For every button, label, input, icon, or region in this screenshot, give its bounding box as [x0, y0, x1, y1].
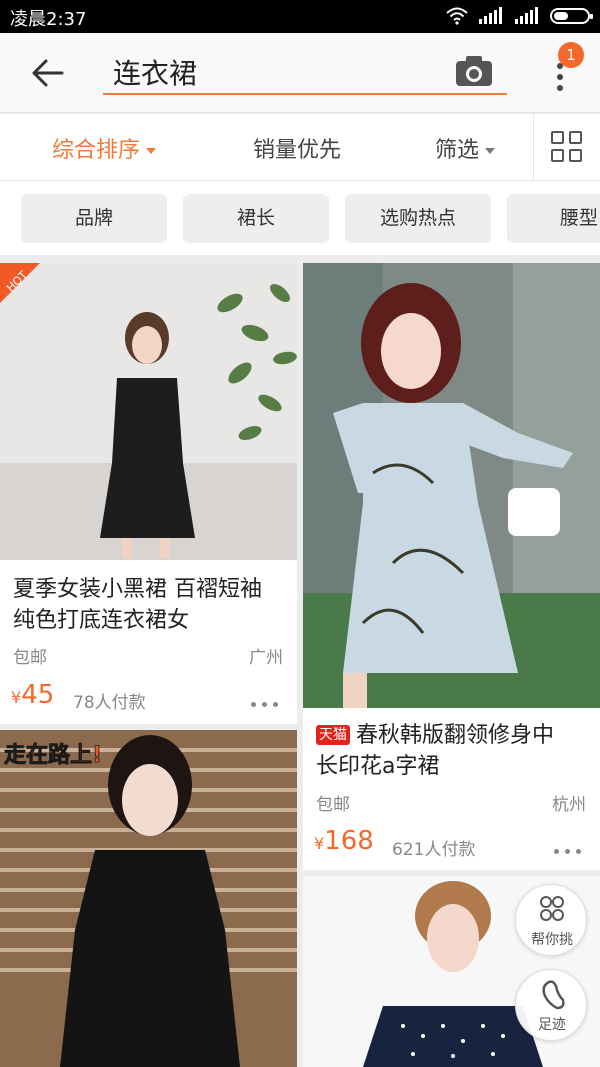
sort-bar: 综合排序 销量优先 筛选 [0, 114, 600, 181]
location-label: 广州 [249, 648, 283, 668]
layout-toggle-button[interactable] [533, 114, 600, 181]
tmall-tag: 天猫 [316, 725, 350, 745]
sort-by-sales[interactable]: 销量优先 [253, 132, 341, 164]
status-bar: 凌晨2:37 [0, 0, 600, 33]
sold-count: 621人付款 [392, 840, 476, 860]
product-image[interactable] [303, 263, 600, 708]
product-image[interactable]: HOT [0, 263, 297, 560]
battery-icon [550, 8, 593, 24]
more-options-icon[interactable] [251, 702, 281, 710]
caret-down-icon [485, 148, 496, 154]
help-choose-button[interactable]: 帮你挑 [515, 884, 587, 956]
signal-icon [479, 7, 502, 24]
filter-button[interactable]: 筛选 [435, 132, 496, 164]
footprint-button[interactable]: 足迹 [515, 969, 587, 1041]
search-box[interactable] [103, 51, 507, 95]
wifi-icon [446, 7, 468, 25]
sold-count: 78人付款 [73, 693, 146, 713]
product-image[interactable]: 走在路上! [0, 730, 297, 1067]
product-card[interactable]: 天猫 春秋韩版翻领修身中 长印花a字裙 包邮 杭州 ¥168 621人付款 [303, 263, 600, 870]
back-arrow-icon[interactable] [30, 58, 64, 88]
location-label: 杭州 [552, 795, 586, 815]
product-card[interactable]: HOT 夏季女装小黑裙 百褶短袖 纯色打底连衣裙女 包邮 广州 ¥45 78人付… [0, 263, 297, 724]
shipping-label: 包邮 [13, 648, 47, 668]
shipping-label: 包邮 [316, 795, 350, 815]
footprint-icon [542, 980, 565, 1010]
caret-down-icon [146, 148, 157, 154]
price: ¥45 [11, 680, 55, 710]
status-time: 凌晨2:37 [10, 9, 87, 30]
camera-icon[interactable] [455, 55, 493, 87]
search-input[interactable] [113, 53, 443, 91]
filter-chips: 品牌 裙长 选购热点 腰型 [0, 181, 600, 255]
signal-icon-2 [515, 7, 538, 24]
price: ¥168 [314, 826, 374, 856]
image-caption: 走在路上! [4, 742, 102, 768]
notification-badge: 1 [558, 42, 584, 68]
product-card[interactable]: 走在路上! [0, 730, 297, 1067]
filter-chip-waist[interactable]: 腰型 [507, 194, 600, 243]
filter-chip-brand[interactable]: 品牌 [21, 194, 167, 243]
more-options-icon[interactable] [554, 849, 584, 857]
help-choose-icon [540, 896, 564, 921]
filter-chip-length[interactable]: 裙长 [183, 194, 329, 243]
product-title: 天猫 春秋韩版翻领修身中 长印花a字裙 [316, 723, 555, 779]
search-header: 1 [0, 33, 600, 113]
product-title: 夏季女装小黑裙 百褶短袖 纯色打底连衣裙女 [13, 577, 262, 633]
filter-chip-hot[interactable]: 选购热点 [345, 194, 491, 243]
sort-comprehensive[interactable]: 综合排序 [52, 132, 157, 164]
